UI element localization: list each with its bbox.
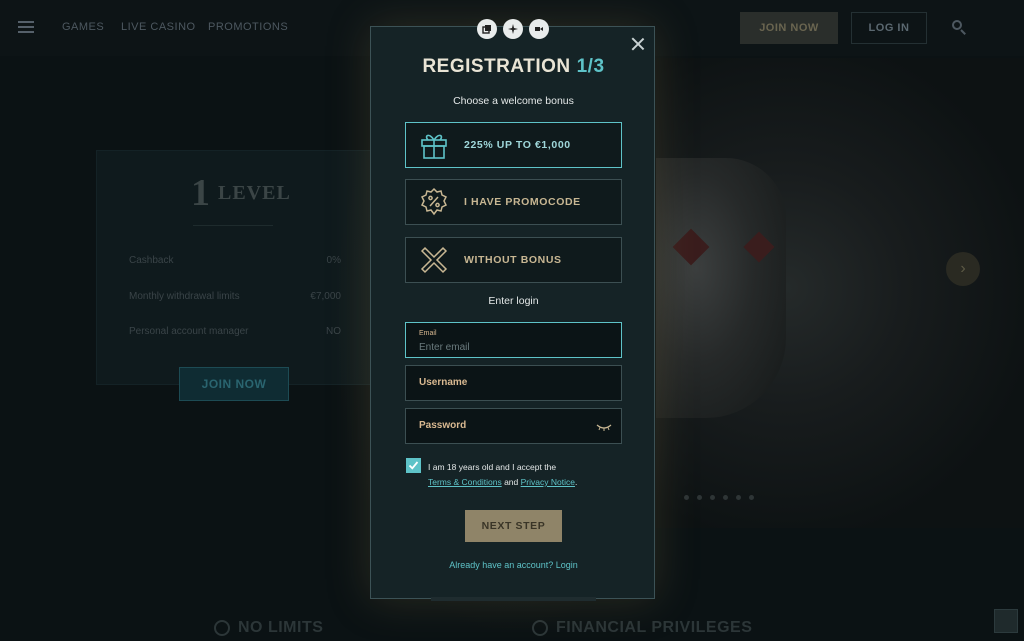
privacy-link[interactable]: Privacy Notice	[521, 477, 575, 487]
carousel-dots	[684, 495, 754, 500]
level-number: 1	[191, 172, 210, 214]
and-text: and	[504, 477, 519, 487]
level-row: Cashback 0%	[129, 255, 341, 266]
video-camera-icon[interactable]	[529, 19, 549, 39]
terms-link[interactable]: Terms & Conditions	[428, 477, 502, 487]
age-terms-checkbox[interactable]	[406, 458, 421, 473]
agree-text: I am 18 years old and I accept the Terms…	[428, 460, 628, 490]
level-row-label: Monthly withdrawal limits	[129, 291, 240, 302]
level-join-now-button[interactable]: JOIN NOW	[179, 367, 289, 401]
copy-icon[interactable]	[477, 19, 497, 39]
password-placeholder: Password	[419, 420, 467, 431]
search-icon[interactable]	[952, 20, 966, 35]
bonus-label: I HAVE PROMOCODE	[464, 196, 581, 208]
registration-title: REGISTRATION 1/3	[371, 56, 656, 78]
close-icon[interactable]	[631, 37, 645, 51]
email-field[interactable]: Email	[405, 322, 622, 358]
chat-support-icon[interactable]	[994, 609, 1018, 633]
header-join-now-button[interactable]: JOIN NOW	[740, 12, 838, 44]
carousel-next-arrow-icon[interactable]: ›	[946, 252, 980, 286]
nav-promotions[interactable]: PROMOTIONS	[208, 21, 288, 33]
hero-banner	[656, 58, 1024, 528]
x-mark-icon	[412, 238, 456, 282]
enter-login-label: Enter login	[488, 295, 539, 307]
choose-bonus-label: Choose a welcome bonus	[453, 95, 574, 107]
password-field[interactable]: Password	[405, 408, 622, 444]
level-divider	[193, 225, 273, 231]
bonus-label: 225% UP TO €1,000	[464, 139, 571, 151]
gift-icon	[412, 123, 456, 167]
feature-no-limits: NO LIMITS	[214, 619, 323, 637]
bonus-option-without[interactable]: WITHOUT BONUS	[405, 237, 622, 283]
bonus-option-225[interactable]: 225% UP TO €1,000	[405, 122, 622, 168]
carousel-dot[interactable]	[723, 495, 728, 500]
period-text: .	[574, 477, 578, 487]
login-link[interactable]: Already have an account? Login	[371, 560, 656, 570]
percent-badge-icon	[412, 180, 456, 224]
feature-label: NO LIMITS	[238, 619, 324, 636]
modal-bottom-decoration	[431, 597, 596, 601]
title-text: REGISTRATION	[422, 56, 571, 77]
registration-modal: REGISTRATION 1/3 Choose a welcome bonus 2…	[370, 19, 656, 601]
carousel-dot[interactable]	[710, 495, 715, 500]
level-title: 1 LEVEL	[191, 171, 291, 215]
bonus-option-promocode[interactable]: I HAVE PROMOCODE	[405, 179, 622, 225]
no-limits-icon	[214, 620, 230, 636]
level-row: Monthly withdrawal limits €7,000	[129, 291, 341, 302]
username-field[interactable]: Username	[405, 365, 622, 401]
level-row-label: Personal account manager	[129, 326, 249, 337]
header-log-in-button[interactable]: LOG IN	[851, 12, 927, 44]
carousel-dot[interactable]	[697, 495, 702, 500]
level-word: LEVEL	[218, 181, 291, 204]
email-input[interactable]	[419, 340, 609, 354]
email-label: Email	[419, 330, 437, 337]
carousel-dot[interactable]	[749, 495, 754, 500]
agree-prefix: I am 18 years old and I accept the	[428, 462, 557, 472]
modal-top-toolbar	[477, 19, 549, 39]
sparkle-icon[interactable]	[503, 19, 523, 39]
level-row-label: Cashback	[129, 255, 174, 266]
step-indicator: 1/3	[576, 56, 605, 77]
nav-games[interactable]: GAMES	[62, 21, 104, 33]
menu-icon[interactable]	[18, 21, 34, 33]
level-row: Personal account manager NO	[129, 326, 341, 337]
checkmark-icon	[408, 461, 419, 470]
next-step-button[interactable]: NEXT STEP	[465, 510, 562, 542]
bonus-label: WITHOUT BONUS	[464, 254, 562, 266]
username-placeholder: Username	[419, 377, 468, 388]
carousel-dot[interactable]	[736, 495, 741, 500]
nav-live-casino[interactable]: LIVE CASINO	[121, 21, 196, 33]
eye-closed-icon[interactable]	[596, 423, 612, 431]
